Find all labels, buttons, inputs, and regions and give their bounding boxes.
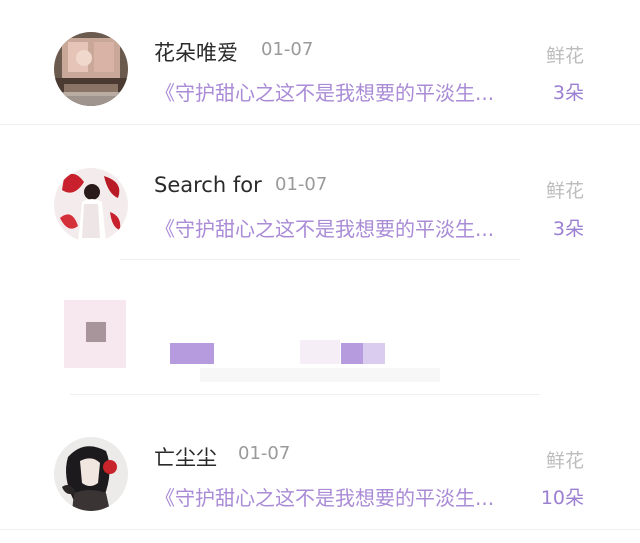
list-item[interactable]: 亡尘尘 01-07 鲜花 《守护甜心之这不是我想要的平淡生... 10朵 (0, 395, 640, 543)
red-white-anime-avatar-icon (54, 168, 128, 242)
blurred-text (200, 368, 440, 382)
book-title-link[interactable]: 《守护甜心之这不是我想要的平淡生... (155, 213, 535, 242)
gift-count: 10朵 (540, 487, 584, 509)
list-item[interactable]: 花朵唯爱 01-07 鲜花 《守护甜心之这不是我想要的平淡生... 3朵 (0, 0, 640, 125)
book-title-link[interactable]: 《守护甜心之这不是我想要的平淡生... (155, 77, 535, 106)
date-label: 01-07 (238, 443, 291, 464)
user-avatar[interactable] (54, 437, 128, 511)
book-title-link[interactable]: 《守护甜心之这不是我想要的平淡生... (155, 482, 535, 511)
gift-count: 3朵 (552, 82, 584, 104)
gift-count: 3朵 (552, 218, 584, 240)
dark-hair-anime-avatar-icon (54, 437, 128, 511)
gift-type-label: 鲜花 (545, 45, 584, 67)
date-label: 01-07 (275, 174, 328, 195)
list-item[interactable]: Search for 01-07 鲜花 《守护甜心之这不是我想要的平淡生... … (0, 125, 640, 260)
user-avatar[interactable] (54, 32, 128, 106)
user-name[interactable]: 亡尘尘 (154, 442, 217, 472)
blurred-text (341, 343, 363, 364)
blurred-text (300, 340, 340, 364)
date-label: 01-07 (261, 39, 314, 60)
room-scene-avatar-icon (54, 32, 128, 106)
gift-type-label: 鲜花 (545, 450, 584, 472)
blurred-text (363, 343, 385, 364)
blurred-avatar-center (86, 322, 106, 342)
blurred-text (170, 343, 214, 364)
blurred-list-item (0, 260, 640, 395)
user-name[interactable]: Search for (154, 173, 262, 197)
user-name[interactable]: 花朵唯爱 (154, 37, 238, 67)
gift-type-label: 鲜花 (545, 180, 584, 202)
divider (0, 529, 640, 530)
user-avatar[interactable] (54, 168, 128, 242)
